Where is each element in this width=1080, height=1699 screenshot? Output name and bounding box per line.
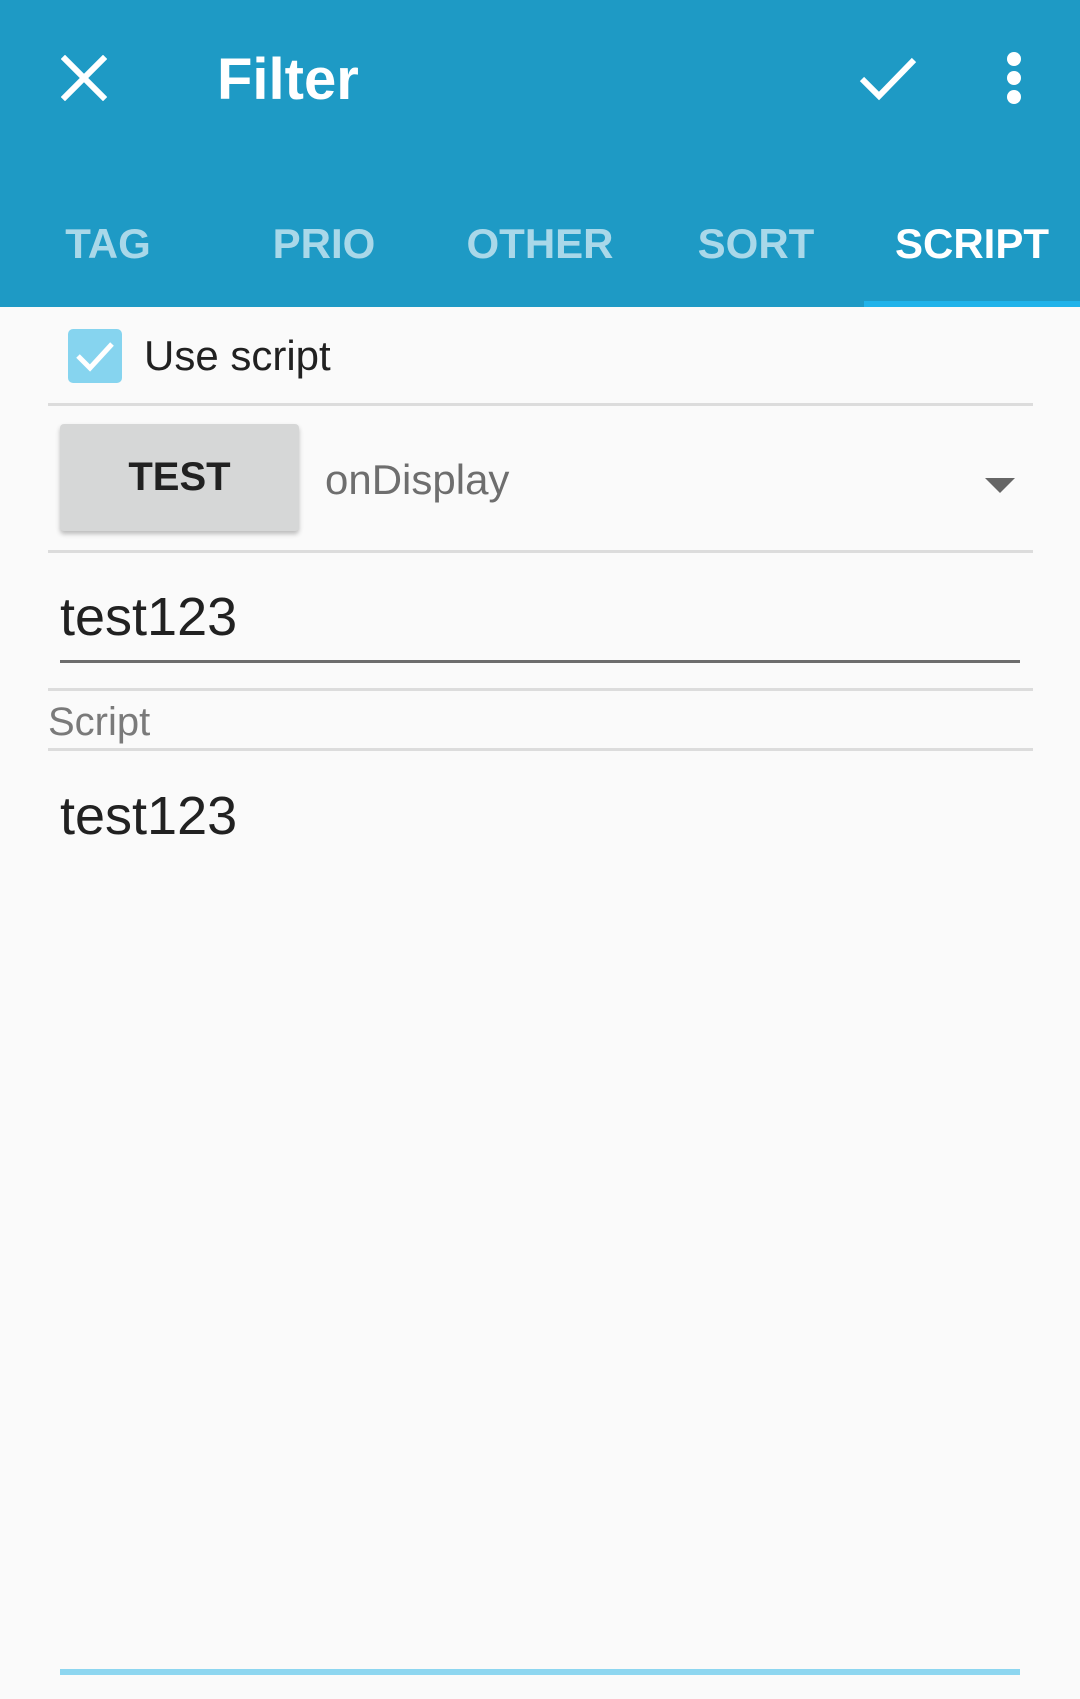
tab-tag[interactable]: TAG xyxy=(0,190,216,307)
test-button[interactable]: TEST xyxy=(60,424,299,531)
use-script-checkbox[interactable] xyxy=(68,329,122,383)
check-icon xyxy=(76,342,114,372)
close-button[interactable] xyxy=(40,34,128,122)
event-dropdown[interactable]: onDisplay xyxy=(325,436,1025,524)
divider xyxy=(48,550,1033,553)
use-script-label: Use script xyxy=(144,332,331,379)
divider xyxy=(48,403,1033,406)
script-label: Script xyxy=(48,700,151,744)
tab-sort[interactable]: SORT xyxy=(648,190,864,307)
overflow-menu-button[interactable] xyxy=(970,34,1058,122)
more-vert-icon xyxy=(1007,52,1021,104)
tab-script[interactable]: SCRIPT xyxy=(864,190,1080,307)
name-input-value: test123 xyxy=(60,587,238,647)
check-icon xyxy=(859,57,917,101)
script-editor[interactable]: test123 xyxy=(60,782,1020,1675)
confirm-button[interactable] xyxy=(844,34,932,122)
divider xyxy=(48,688,1033,691)
tab-indicator xyxy=(864,301,1080,307)
app-bar: Filter TAG PRIO OTHER SORT SCRIPT xyxy=(0,0,1080,307)
dropdown-arrow-icon xyxy=(985,478,1015,493)
event-dropdown-value: onDisplay xyxy=(325,456,510,503)
tab-other[interactable]: OTHER xyxy=(432,190,648,307)
divider xyxy=(48,748,1033,751)
tab-prio[interactable]: PRIO xyxy=(216,190,432,307)
use-script-row[interactable]: Use script xyxy=(48,318,331,394)
close-icon xyxy=(61,55,107,101)
tab-bar: TAG PRIO OTHER SORT SCRIPT xyxy=(0,190,1080,307)
script-editor-text: test123 xyxy=(60,786,238,846)
page-title: Filter xyxy=(217,47,359,112)
name-input[interactable]: test123 xyxy=(60,583,1020,663)
